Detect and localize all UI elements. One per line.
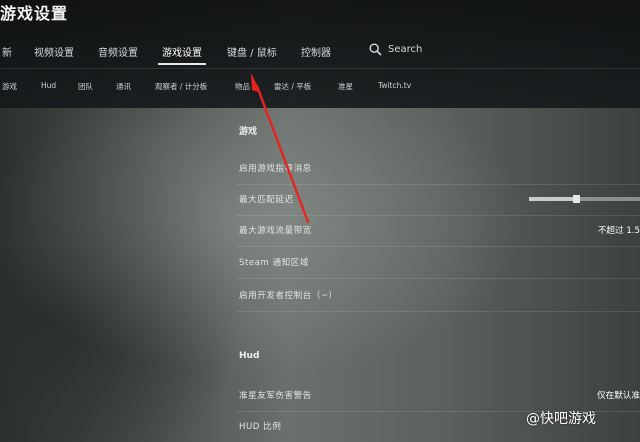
subtab-crosshair[interactable]: 准星 [338,81,353,92]
setting-label: Steam 通知区域 [239,258,309,268]
setting-value[interactable]: 不超过 1.5 [598,224,640,236]
settings-panel: 游戏 启用游戏指导消息 最大匹配延迟 最大游戏流量带宽 不超过 1.5 Stea… [236,108,640,442]
sub-tab-bar: 游戏 Hud 团队 通讯 观察者 / 计分板 物品 雷达 / 平板 准星 Twi… [0,81,640,95]
setting-row-max-match-delay[interactable]: 最大匹配延迟 [236,185,640,216]
setting-label: 准星友军伤害警告 [239,391,312,401]
page-title: 游戏设置 [0,4,69,23]
subtab-spectator-scoreboard[interactable]: 观察者 / 计分板 [155,81,207,92]
tab-game-settings[interactable]: 游戏设置 [158,44,206,65]
tab-divider [0,68,640,69]
watermark: @快吧游戏 [526,408,596,428]
search-button[interactable]: Search [369,43,422,56]
max-match-delay-slider[interactable] [529,195,640,203]
tab-audio-settings[interactable]: 音频设置 [98,44,138,59]
setting-label: 最大游戏流量带宽 [239,226,312,236]
setting-row-game-tips[interactable]: 启用游戏指导消息 [236,154,640,185]
section-title-hud: Hud [239,351,260,361]
tab-keyboard-mouse[interactable]: 键盘 / 鼠标 [227,44,277,59]
search-icon [369,43,382,56]
setting-row-max-bandwidth[interactable]: 最大游戏流量带宽 不超过 1.5 [236,216,640,247]
setting-label: 启用游戏指导消息 [239,164,312,174]
section-title-game: 游戏 [239,127,258,137]
subtab-radar-tablet[interactable]: 雷达 / 平板 [274,81,311,92]
watermark-text: @快吧游戏 [526,411,596,427]
setting-value[interactable]: 仅在默认准 [597,389,640,401]
tab-new[interactable]: 新 [2,44,12,59]
setting-row-dev-console[interactable]: 启用开发者控制台（~） [236,281,640,312]
setting-label: 最大匹配延迟 [239,195,294,205]
tab-video-settings[interactable]: 视频设置 [34,44,74,59]
setting-label: 启用开发者控制台（~） [239,291,338,301]
subtab-hud[interactable]: Hud [41,81,56,90]
main-tab-bar: 新 视频设置 音频设置 游戏设置 键盘 / 鼠标 控制器 [0,44,640,68]
setting-row-steam-notification[interactable]: Steam 通知区域 [236,248,640,279]
subtab-game[interactable]: 游戏 [2,81,17,92]
slider-fill [529,197,576,201]
setting-label: HUD 比例 [239,422,282,432]
slider-thumb[interactable] [572,195,580,203]
search-label: Search [388,44,423,55]
subtab-twitch[interactable]: Twitch.tv [378,81,411,90]
subtab-items[interactable]: 物品 [235,81,250,92]
subtab-team[interactable]: 团队 [78,81,93,92]
subtab-communication[interactable]: 通讯 [116,81,131,92]
tab-controller[interactable]: 控制器 [301,44,331,59]
